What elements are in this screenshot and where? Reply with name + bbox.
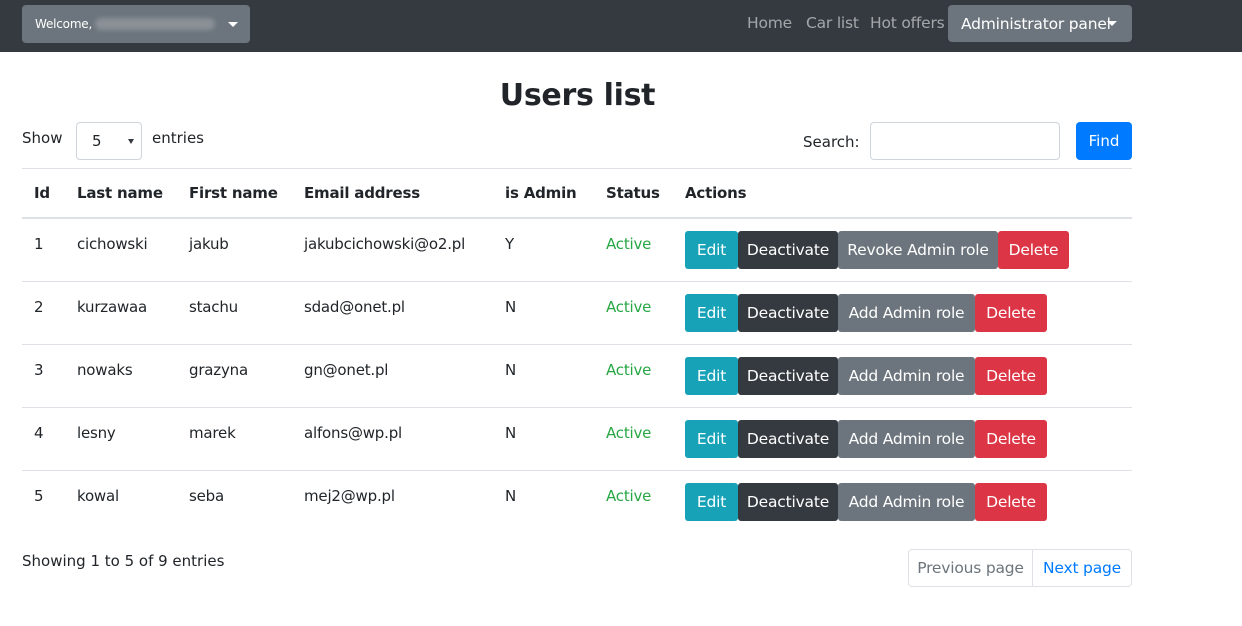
deactivate-button[interactable]: Deactivate [738,231,838,269]
cell-is-admin: N [505,487,517,505]
cell-is-admin: N [505,298,517,316]
cell-first-name: jakub [189,235,229,253]
administrator-panel-label: Administrator panel [961,14,1111,33]
header-status: Status [606,184,660,202]
cell-status: Active [606,298,652,316]
cell-is-admin: Y [505,235,514,253]
redacted-username [95,18,216,30]
chevron-down-icon [1107,21,1117,26]
nav-link-hot-offers[interactable]: Hot offers [870,14,945,32]
edit-button[interactable]: Edit [685,231,738,269]
header-email: Email address [304,184,420,202]
row-divider [22,470,1132,471]
entries-label: entries [152,129,204,147]
cell-last-name: nowaks [77,361,133,379]
delete-button[interactable]: Delete [975,357,1047,395]
add-admin-role-button[interactable]: Add Admin role [838,420,975,458]
edit-button[interactable]: Edit [685,357,738,395]
edit-button[interactable]: Edit [685,420,738,458]
cell-is-admin: N [505,424,517,442]
cell-id: 3 [34,361,44,379]
cell-id: 2 [34,298,44,316]
show-label: Show [22,129,63,147]
next-page-button[interactable]: Next page [1032,549,1132,587]
delete-button[interactable]: Delete [975,483,1047,521]
nav-link-home[interactable]: Home [747,14,792,32]
cell-first-name: seba [189,487,224,505]
cell-status: Active [606,361,652,379]
header-id: Id [34,184,50,202]
table-info: Showing 1 to 5 of 9 entries [22,552,225,570]
header-last-name: Last name [77,184,163,202]
header-actions: Actions [685,184,747,202]
table-header-border [22,217,1132,219]
search-label: Search: [803,133,860,151]
delete-button[interactable]: Delete [975,294,1047,332]
cell-last-name: kurzawaa [77,298,148,316]
add-admin-role-button[interactable]: Add Admin role [838,357,975,395]
cell-last-name: kowal [77,487,119,505]
cell-id: 5 [34,487,44,505]
cell-email: mej2@wp.pl [304,487,395,505]
header-first-name: First name [189,184,278,202]
cell-status: Active [606,487,652,505]
deactivate-button[interactable]: Deactivate [738,420,838,458]
cell-first-name: marek [189,424,236,442]
entries-select[interactable]: 5 [76,122,142,160]
caret-down-icon [128,139,134,144]
nav-link-car-list[interactable]: Car list [806,14,859,32]
deactivate-button[interactable]: Deactivate [738,294,838,332]
deactivate-button[interactable]: Deactivate [738,483,838,521]
table-top-border [22,168,1132,169]
cell-id: 1 [34,235,44,253]
add-admin-role-button[interactable]: Add Admin role [838,294,975,332]
delete-button[interactable]: Delete [998,231,1069,269]
cell-first-name: stachu [189,298,238,316]
add-admin-role-button[interactable]: Add Admin role [838,483,975,521]
chevron-down-icon [228,22,238,27]
cell-email: jakubcichowski@o2.pl [304,235,466,253]
cell-email: sdad@onet.pl [304,298,405,316]
cell-id: 4 [34,424,44,442]
previous-page-button[interactable]: Previous page [908,549,1033,587]
welcome-label: Welcome, [35,17,93,31]
cell-email: gn@onet.pl [304,361,389,379]
cell-status: Active [606,424,652,442]
edit-button[interactable]: Edit [685,483,738,521]
cell-email: alfons@wp.pl [304,424,402,442]
revoke-admin-role-button[interactable]: Revoke Admin role [838,231,998,269]
cell-last-name: lesny [77,424,116,442]
find-button[interactable]: Find [1076,122,1132,160]
welcome-dropdown-button[interactable]: Welcome, [22,5,250,43]
delete-button[interactable]: Delete [975,420,1047,458]
edit-button[interactable]: Edit [685,294,738,332]
administrator-panel-dropdown[interactable]: Administrator panel [948,5,1132,42]
search-input[interactable] [870,122,1060,160]
row-divider [22,407,1132,408]
header-is-admin: is Admin [505,184,577,202]
deactivate-button[interactable]: Deactivate [738,357,838,395]
row-divider [22,344,1132,345]
row-divider [22,281,1132,282]
navbar: Welcome, Home Car list Hot offers Admini… [0,0,1242,52]
entries-select-value: 5 [92,132,102,150]
cell-last-name: cichowski [77,235,148,253]
cell-first-name: grazyna [189,361,248,379]
cell-is-admin: N [505,361,517,379]
cell-status: Active [606,235,652,253]
page-title: Users list [499,78,656,113]
